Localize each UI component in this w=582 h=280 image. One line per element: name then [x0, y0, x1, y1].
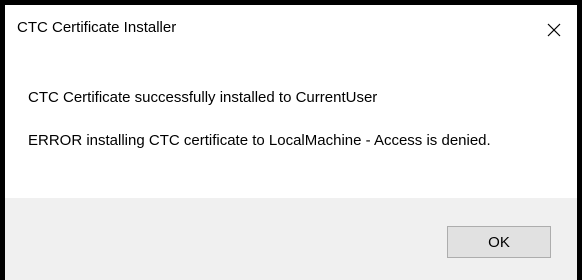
- button-bar: OK: [5, 198, 577, 280]
- close-icon: [547, 23, 561, 37]
- window-title: CTC Certificate Installer: [17, 19, 177, 36]
- message-area: CTC Certificate successfully installed t…: [5, 55, 577, 198]
- message-error: ERROR installing CTC certificate to Loca…: [28, 132, 491, 149]
- ok-button[interactable]: OK: [447, 226, 551, 258]
- close-button[interactable]: [531, 5, 577, 55]
- message-success: CTC Certificate successfully installed t…: [28, 89, 378, 106]
- message-dialog: CTC Certificate Installer CTC Certificat…: [0, 0, 582, 280]
- title-bar[interactable]: CTC Certificate Installer: [5, 5, 577, 55]
- window-frame-right: [577, 0, 582, 280]
